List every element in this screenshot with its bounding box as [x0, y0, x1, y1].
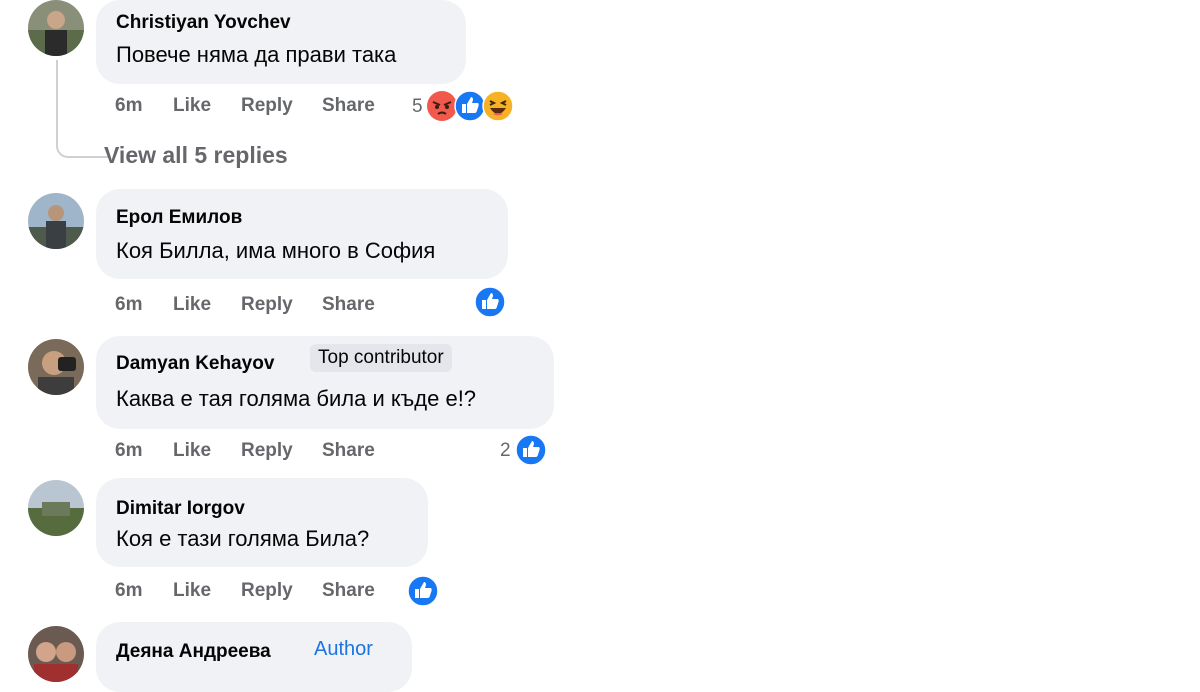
- comment-time[interactable]: 6m: [115, 580, 142, 602]
- comment-author[interactable]: Damyan Kehayov: [116, 353, 274, 375]
- like-icon: [474, 286, 506, 318]
- reactions-summary[interactable]: 5: [408, 90, 518, 124]
- avatar-photo: [28, 193, 84, 249]
- reactions-summary[interactable]: 2: [497, 434, 551, 468]
- comment-bubble: Christiyan Yovchev Повече няма да прави …: [96, 0, 466, 84]
- share-button[interactable]: Share: [322, 294, 375, 316]
- haha-icon: [482, 90, 514, 122]
- reply-button[interactable]: Reply: [241, 294, 293, 316]
- comment-bubble: Деяна Андреева Author: [96, 622, 412, 692]
- reaction-count: 5: [412, 96, 423, 117]
- reply-button[interactable]: Reply: [241, 95, 293, 117]
- like-button[interactable]: Like: [173, 580, 211, 602]
- comment-bubble: Damyan Kehayov Top contributor Каква е т…: [96, 336, 554, 429]
- share-button[interactable]: Share: [322, 95, 375, 117]
- share-button[interactable]: Share: [322, 580, 375, 602]
- avatar[interactable]: [28, 339, 84, 395]
- comment-text: Каква е тая голяма била и къде е!?: [116, 386, 477, 411]
- comment-author[interactable]: Деяна Андреева: [116, 641, 271, 663]
- avatar-photo: [28, 339, 84, 395]
- comment-author[interactable]: Ерол Емилов: [116, 207, 242, 229]
- share-button[interactable]: Share: [322, 440, 375, 462]
- like-button[interactable]: Like: [173, 294, 211, 316]
- top-contributor-badge: Top contributor: [310, 344, 452, 372]
- comment-time[interactable]: 6m: [115, 294, 142, 316]
- avatar-photo: [28, 626, 84, 682]
- like-icon: [515, 434, 547, 466]
- comment-time[interactable]: 6m: [115, 440, 142, 462]
- comment-text: Повече няма да прави така: [116, 42, 397, 67]
- comment-bubble: Dimitar Iorgov Коя е тази голяма Била?: [96, 478, 428, 567]
- comment-text: Коя Билла, има много в София: [116, 238, 436, 263]
- comment-text: Коя е тази голяма Била?: [116, 526, 370, 551]
- like-button[interactable]: Like: [173, 440, 211, 462]
- author-badge: Author: [314, 638, 373, 660]
- avatar-photo: [28, 480, 84, 536]
- avatar[interactable]: [28, 480, 84, 536]
- comment-time[interactable]: 6m: [115, 95, 142, 117]
- avatar[interactable]: [28, 626, 84, 682]
- reactions-summary[interactable]: [474, 286, 508, 320]
- comment-author[interactable]: Dimitar Iorgov: [116, 498, 245, 520]
- avatar[interactable]: [28, 193, 84, 249]
- like-icon: [407, 575, 439, 607]
- reactions-summary[interactable]: [407, 575, 441, 609]
- reply-button[interactable]: Reply: [241, 580, 293, 602]
- like-button[interactable]: Like: [173, 95, 211, 117]
- avatar[interactable]: [28, 0, 84, 56]
- comment-bubble: Ерол Емилов Коя Билла, има много в София: [96, 189, 508, 279]
- reply-button[interactable]: Reply: [241, 440, 293, 462]
- view-replies-link[interactable]: View all 5 replies: [104, 142, 288, 169]
- reaction-count: 2: [500, 440, 511, 461]
- avatar-photo: [28, 0, 84, 56]
- comment-author[interactable]: Christiyan Yovchev: [116, 12, 291, 34]
